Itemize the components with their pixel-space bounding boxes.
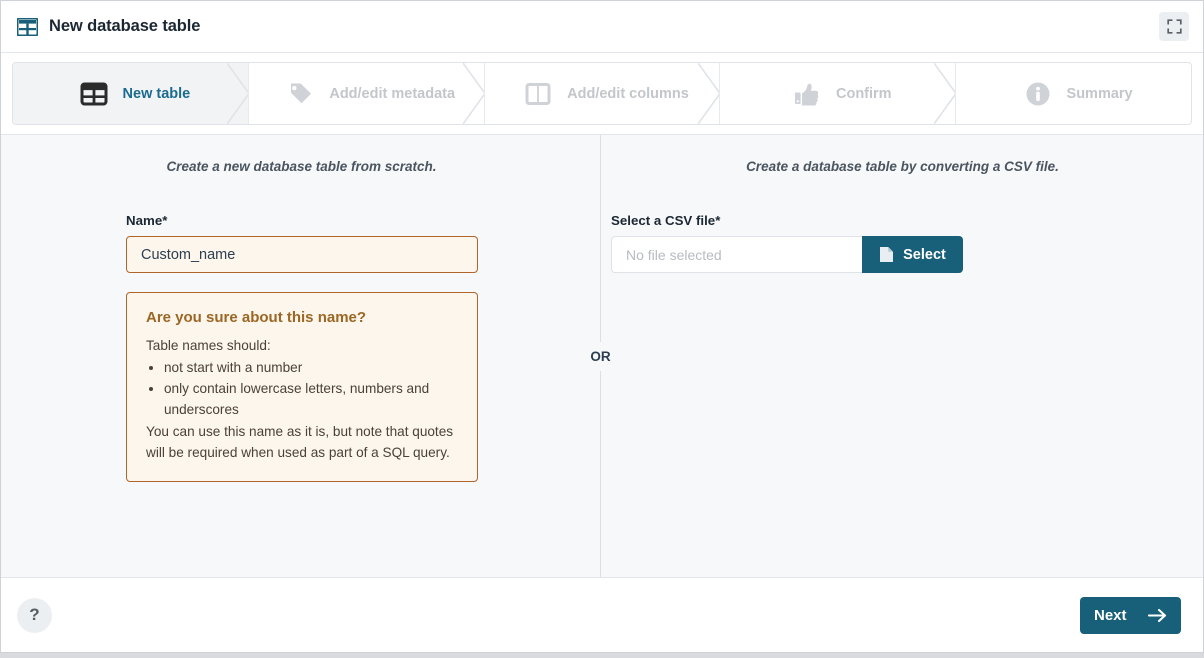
step-label: New table [122, 85, 191, 102]
file-document-icon [880, 247, 894, 262]
create-from-csv-pane: Create a database table by converting a … [602, 135, 1203, 577]
wizard-body: Create a new database table from scratch… [1, 134, 1203, 578]
step-add-edit-columns[interactable]: Add/edit columns [483, 63, 721, 124]
step-label: Add/edit columns [567, 85, 689, 102]
table-icon [17, 17, 38, 36]
csv-file-display: No file selected [611, 236, 862, 273]
tag-icon [288, 83, 312, 103]
help-button[interactable]: ? [17, 597, 52, 633]
name-warning-title: Are you sure about this name? [146, 309, 367, 326]
window-titlebar: New database table [1, 1, 1203, 53]
next-button-label: Next [1094, 607, 1127, 624]
wizard-stepper: New table Add/edit metadata Add/edit col… [12, 62, 1192, 125]
step-summary[interactable]: Summary [955, 63, 1191, 124]
step-add-edit-metadata[interactable]: Add/edit metadata [247, 63, 485, 124]
arrow-right-icon [1148, 608, 1167, 623]
table-name-input[interactable]: Custom_name [126, 236, 478, 273]
csv-file-field-group: Select a CSV file* No file selected Sele… [611, 213, 963, 273]
page-title: New database table [49, 17, 201, 35]
list-item: not start with a number [164, 357, 458, 378]
wizard-footer: ? Next [1, 578, 1203, 652]
or-divider: OR [583, 135, 618, 577]
step-chevron-icon [462, 63, 485, 124]
create-from-scratch-pane: Create a new database table from scratch… [1, 135, 602, 577]
step-label: Summary [1066, 85, 1133, 102]
step-chevron-icon [698, 63, 721, 124]
name-warning-box: Are you sure about this name? Table name… [126, 292, 478, 483]
fullscreen-expand-icon [1166, 19, 1182, 34]
step-new-table[interactable]: New table [13, 63, 249, 124]
select-file-button[interactable]: Select [862, 236, 963, 273]
divider-line-bottom [600, 370, 601, 577]
table-grid-icon [80, 82, 108, 105]
step-chevron-icon [226, 63, 249, 124]
two-columns-icon [525, 82, 551, 105]
name-warning-lead: Table names should: [146, 338, 271, 353]
thumbs-up-icon [794, 83, 819, 105]
step-chevron-icon [934, 63, 957, 124]
table-name-field-group: Name* Custom_name Are you sure about thi… [126, 213, 478, 483]
name-warning-footer: You can use this name as it is, but note… [146, 424, 454, 461]
new-database-table-window: New database table New table Add/edit me… [0, 0, 1204, 653]
select-file-label: Select [903, 246, 946, 263]
left-pane-intro: Create a new database table from scratch… [166, 159, 437, 174]
right-pane-intro: Create a database table by converting a … [746, 159, 1059, 174]
csv-file-label: Select a CSV file* [611, 213, 721, 228]
step-confirm[interactable]: Confirm [719, 63, 957, 124]
step-label: Add/edit metadata [329, 85, 456, 102]
fullscreen-expand-button[interactable] [1159, 12, 1189, 41]
divider-line-top [600, 135, 601, 342]
list-item: only contain lowercase letters, numbers … [164, 378, 458, 420]
name-warning-rules: not start with a number only contain low… [164, 357, 458, 420]
table-name-label: Name* [126, 213, 168, 228]
step-label: Confirm [835, 85, 892, 102]
next-button[interactable]: Next [1080, 597, 1181, 634]
info-circle-icon [1026, 82, 1050, 105]
question-mark-icon: ? [29, 605, 40, 624]
csv-file-picker: No file selected Select [611, 236, 963, 273]
